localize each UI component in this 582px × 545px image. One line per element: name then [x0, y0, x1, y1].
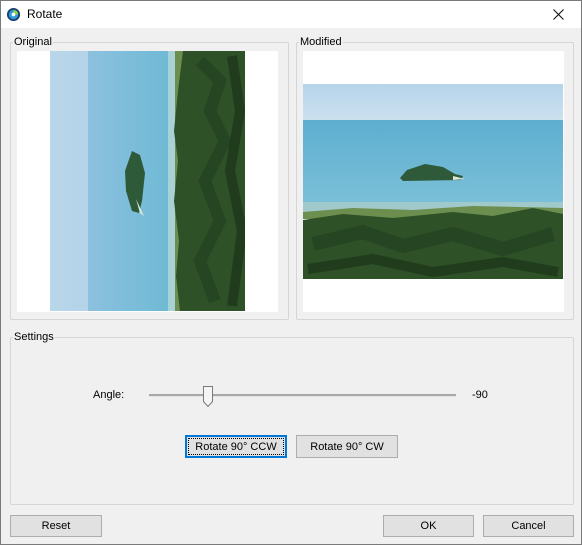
original-group-label: Original	[14, 36, 52, 48]
rotate-cw-label: Rotate 90° CW	[310, 440, 384, 453]
modified-group-label: Modified	[300, 36, 342, 48]
close-button[interactable]	[536, 1, 581, 28]
reset-label: Reset	[41, 520, 71, 532]
angle-value: -90	[472, 389, 488, 401]
angle-label: Angle:	[93, 389, 125, 401]
rotate-ccw-button[interactable]: Rotate 90° CCW	[185, 435, 287, 458]
modified-image-panel	[303, 51, 564, 312]
original-image-panel	[17, 51, 278, 312]
settings-group-label: Settings	[14, 331, 54, 343]
cancel-label: Cancel	[511, 520, 546, 532]
title-bar: Rotate	[1, 1, 581, 28]
ok-label: OK	[420, 520, 437, 532]
modified-image	[303, 84, 563, 279]
angle-slider-thumb[interactable]	[203, 386, 213, 407]
angle-slider-track[interactable]	[149, 394, 456, 397]
ok-button[interactable]: OK	[383, 515, 474, 537]
original-image	[50, 51, 245, 311]
rotate-ccw-label: Rotate 90° CCW	[195, 440, 277, 453]
rotate-cw-button[interactable]: Rotate 90° CW	[296, 435, 398, 458]
reset-button[interactable]: Reset	[10, 515, 102, 537]
window-title: Rotate	[27, 7, 63, 21]
close-icon	[553, 9, 564, 20]
cancel-button[interactable]: Cancel	[483, 515, 574, 537]
settings-group: Settings	[10, 331, 574, 505]
app-icon	[6, 7, 21, 22]
rotate-dialog: Rotate Original Modified Settings Angle:…	[0, 0, 582, 545]
